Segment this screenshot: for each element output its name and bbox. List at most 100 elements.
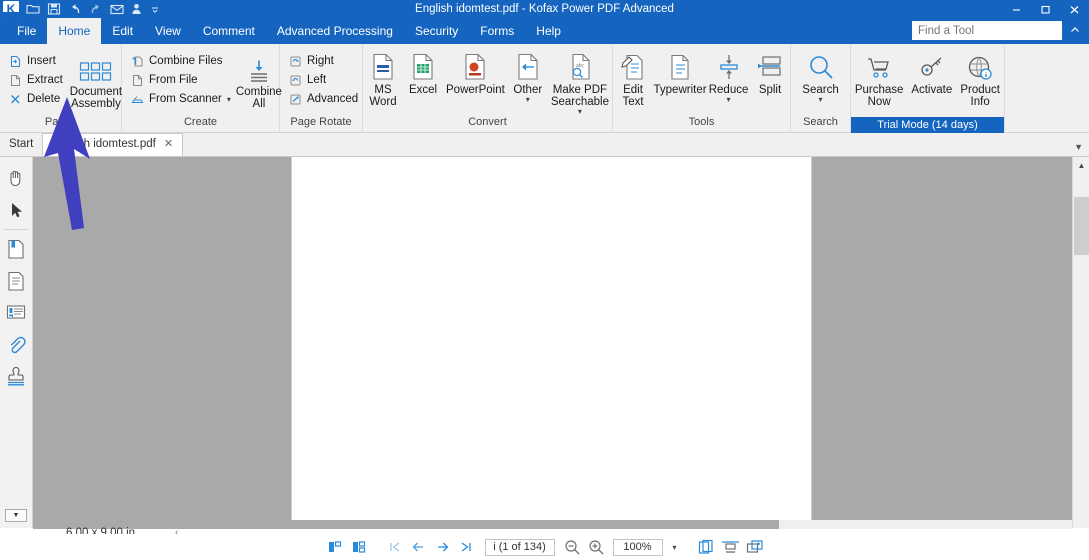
rotate-advanced-button[interactable]: Advanced (286, 90, 362, 108)
reduce-caret-icon[interactable]: ▾ (727, 96, 731, 104)
from-file-button[interactable]: From File (128, 71, 235, 89)
zoom-level[interactable]: 100% (612, 538, 663, 556)
email-icon[interactable] (109, 2, 124, 17)
tab-edit[interactable]: Edit (101, 18, 144, 44)
pdf-page[interactable] (291, 157, 812, 528)
insert-page-button[interactable]: Insert (6, 52, 67, 70)
hand-tool-icon[interactable] (2, 162, 30, 194)
close-tab-icon[interactable]: ✕ (164, 133, 173, 156)
document-tab[interactable]: English idomtest.pdf ✕ (42, 133, 184, 156)
tab-security[interactable]: Security (404, 18, 469, 44)
combine-all-button[interactable]: Combine All (235, 49, 282, 110)
continuous-page-view-icon[interactable] (347, 537, 371, 557)
ms-word-button[interactable]: MS Word (363, 49, 403, 108)
zoom-in-icon[interactable] (585, 537, 609, 557)
trial-mode-badge[interactable]: Trial Mode (14 days) (851, 117, 1004, 133)
vertical-scrollbar[interactable]: ▲ (1072, 157, 1089, 528)
search-big-button[interactable]: Search ▾ (797, 49, 843, 104)
other-convert-icon (516, 51, 540, 81)
typewriter-label: Typewriter (653, 84, 707, 96)
purchase-now-button[interactable]: Purchase Now (851, 49, 907, 108)
make-pdf-searchable-caret-icon[interactable]: ▾ (578, 108, 582, 116)
customize-qat-icon[interactable] (151, 2, 159, 17)
find-a-tool-box[interactable] (912, 21, 1087, 40)
last-page-icon[interactable] (455, 537, 479, 557)
product-info-button[interactable]: Product Info (956, 49, 1004, 108)
fit-page-icon[interactable] (695, 537, 719, 557)
extract-page-button[interactable]: Extract (6, 71, 67, 89)
stamps-panel-icon[interactable] (2, 361, 30, 393)
from-scanner-button[interactable]: From Scanner ▾ (128, 90, 235, 108)
search-big-caret-icon[interactable]: ▾ (818, 96, 822, 104)
rail-more-icon[interactable]: ▼ (5, 509, 27, 522)
tab-advanced-processing[interactable]: Advanced Processing (266, 18, 404, 44)
document-assembly-label: Document Assembly (69, 86, 123, 110)
redo-icon[interactable] (88, 2, 103, 17)
previous-page-icon[interactable] (407, 537, 431, 557)
other-convert-button[interactable]: Other ▾ (508, 49, 548, 104)
single-page-view-icon[interactable] (323, 537, 347, 557)
combine-files-button[interactable]: Combine Files (128, 52, 235, 70)
activate-button[interactable]: Activate (907, 49, 956, 96)
document-assembly-button[interactable]: Document Assembly (69, 49, 123, 110)
scroll-up-icon[interactable]: ▲ (1073, 157, 1089, 174)
open-icon[interactable] (25, 2, 40, 17)
document-tab-label: English idomtest.pdf (52, 138, 156, 150)
reduce-button[interactable]: Reduce ▾ (707, 49, 750, 104)
ribbon-group-create: Combine Files From File From Scanner ▾ C… (122, 44, 282, 133)
save-icon[interactable] (46, 2, 61, 17)
document-tab-bar: Start English idomtest.pdf ✕ ▼ (0, 133, 1089, 157)
split-button[interactable]: Split (750, 49, 790, 96)
document-viewer[interactable] (33, 157, 1072, 528)
maximize-button[interactable] (1031, 0, 1060, 18)
rotate-right-button[interactable]: Right (286, 52, 362, 70)
user-icon[interactable] (130, 2, 145, 17)
activate-icon (919, 51, 945, 81)
tab-file[interactable]: File (6, 18, 47, 44)
vertical-scroll-thumb[interactable] (1074, 197, 1089, 255)
edit-text-button[interactable]: Edit Text (613, 49, 653, 108)
next-page-icon[interactable] (431, 537, 455, 557)
purchase-now-icon (866, 51, 892, 81)
excel-icon (411, 51, 435, 81)
pan-zoom-icon[interactable] (743, 537, 767, 557)
minimize-button[interactable] (1002, 0, 1031, 18)
tab-view[interactable]: View (144, 18, 192, 44)
powerpoint-button[interactable]: PowerPoint (443, 49, 508, 96)
rotate-left-button[interactable]: Left (286, 71, 362, 89)
zoom-caret-icon[interactable]: ▾ (667, 543, 683, 552)
tab-home[interactable]: Home (47, 18, 102, 44)
close-button[interactable] (1060, 0, 1089, 18)
search-input[interactable] (916, 23, 1074, 38)
page-indicator[interactable]: i (1 of 134) (484, 538, 555, 556)
delete-page-label: Delete (27, 93, 61, 105)
delete-page-button[interactable]: Delete (6, 90, 67, 108)
combine-all-label: Combine All (235, 86, 282, 110)
tab-help[interactable]: Help (525, 18, 572, 44)
excel-button[interactable]: Excel (403, 49, 443, 96)
tab-forms[interactable]: Forms (469, 18, 525, 44)
select-tool-icon[interactable] (2, 194, 30, 226)
bookmarks-panel-icon[interactable] (2, 233, 30, 265)
collapse-ribbon-icon[interactable] (1067, 22, 1083, 38)
tab-comment[interactable]: Comment (192, 18, 266, 44)
product-info-icon (967, 51, 993, 81)
comments-panel-icon[interactable] (2, 297, 30, 329)
app-logo-letter: K (6, 2, 16, 16)
document-tabs-overflow-icon[interactable]: ▼ (1074, 142, 1083, 152)
rail-divider (4, 229, 28, 230)
attachments-panel-icon[interactable] (2, 329, 30, 361)
zoom-out-icon[interactable] (561, 537, 585, 557)
undo-icon[interactable] (67, 2, 82, 17)
from-scanner-caret-icon[interactable]: ▾ (227, 95, 231, 103)
fit-width-icon[interactable] (719, 537, 743, 557)
make-pdf-searchable-button[interactable]: abc Make PDF Searchable ▾ (548, 49, 612, 116)
other-convert-caret-icon[interactable]: ▾ (526, 96, 530, 104)
typewriter-button[interactable]: Typewriter (653, 49, 707, 96)
pages-panel-icon[interactable] (2, 265, 30, 297)
horizontal-scroll-thumb[interactable] (33, 520, 779, 529)
first-page-icon[interactable] (383, 537, 407, 557)
rotate-right-icon (288, 54, 302, 68)
start-tab[interactable]: Start (0, 133, 42, 156)
ms-word-icon (371, 51, 395, 81)
